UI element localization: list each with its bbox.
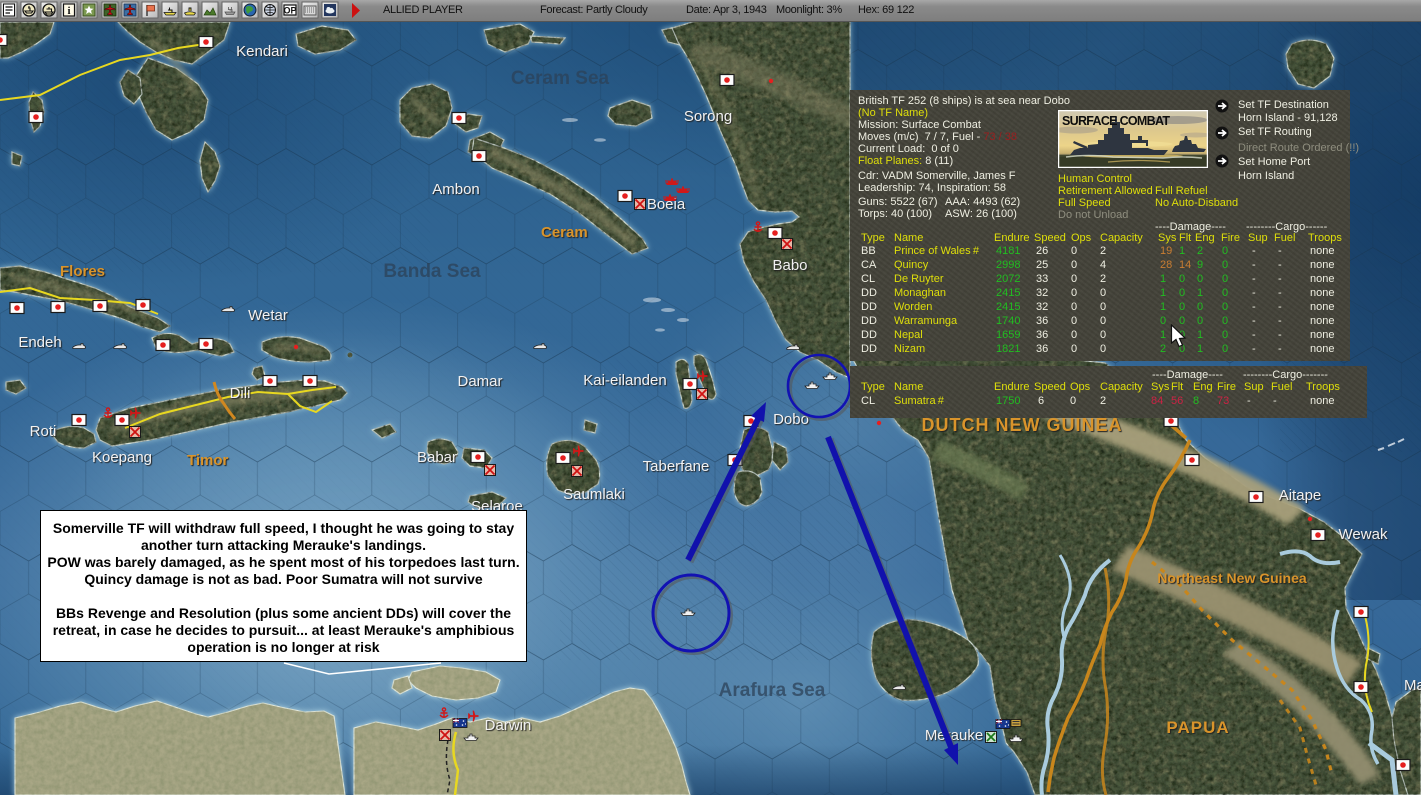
svg-text:Babo: Babo [772, 257, 807, 274]
svg-text:Koepang: Koepang [92, 449, 152, 466]
svg-text:Kendari: Kendari [236, 43, 288, 60]
svg-text:SURFACE COMBAT: SURFACE COMBAT [1062, 114, 1170, 128]
svg-text:Aitape: Aitape [1279, 487, 1322, 504]
svg-text:Banda Sea: Banda Sea [383, 261, 481, 282]
svg-text:Wetar: Wetar [248, 307, 288, 324]
svg-text:OP: OP [283, 6, 296, 16]
svg-text:Arafura Sea: Arafura Sea [719, 680, 826, 701]
svg-text:Flores: Flores [60, 263, 105, 280]
svg-text:Wewak: Wewak [1339, 526, 1388, 543]
svg-text:Sorong: Sorong [684, 108, 732, 125]
svg-text:Damar: Damar [457, 373, 502, 390]
svg-text:Timor: Timor [187, 452, 229, 469]
svg-text:Darwin: Darwin [485, 717, 532, 734]
svg-text:PAPUA: PAPUA [1166, 718, 1229, 737]
svg-text:DUTCH NEW GUINEA: DUTCH NEW GUINEA [922, 415, 1123, 435]
svg-text:Ceram: Ceram [541, 224, 588, 241]
svg-text:Endeh: Endeh [18, 334, 61, 351]
svg-text:i: i [67, 5, 70, 17]
svg-text:Northeast New Guinea: Northeast New Guinea [1157, 570, 1307, 586]
svg-text:Dili: Dili [230, 385, 251, 402]
svg-text:Babar: Babar [417, 449, 457, 466]
svg-text:Taberfane: Taberfane [643, 458, 710, 475]
svg-text:Ceram Sea: Ceram Sea [511, 68, 610, 89]
svg-text:Ambon: Ambon [432, 181, 480, 198]
svg-text:Roti: Roti [30, 423, 57, 440]
svg-text:Madan: Madan [1404, 677, 1421, 694]
svg-text:Saumlaki: Saumlaki [563, 486, 625, 503]
svg-text:Kai-eilanden: Kai-eilanden [583, 372, 666, 389]
svg-text:Merauke: Merauke [925, 727, 983, 744]
